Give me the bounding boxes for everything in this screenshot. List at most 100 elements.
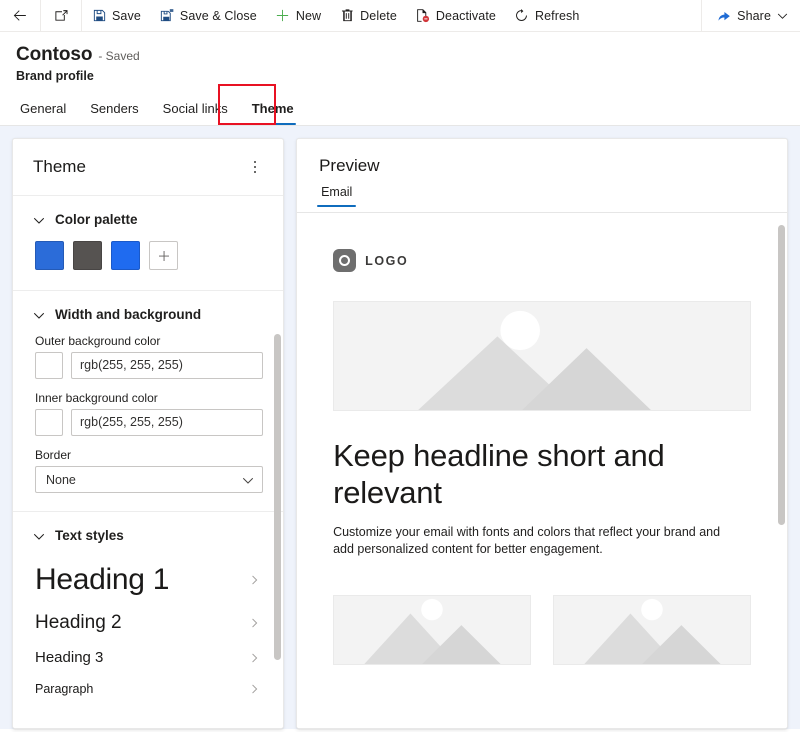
text-style-paragraph-label: Paragraph	[35, 682, 94, 696]
section-color-palette-label: Color palette	[55, 212, 138, 227]
theme-panel-scroll-area: Color palette Width and background Outer…	[13, 196, 284, 728]
deactivate-button[interactable]: Deactivate	[406, 0, 505, 31]
preview-panel: Preview Email LOGO Keep headline short a…	[296, 138, 788, 729]
save-and-close-icon	[159, 8, 175, 24]
preview-tab-email[interactable]: Email	[317, 185, 357, 207]
theme-panel-scrollbar-thumb[interactable]	[274, 334, 282, 660]
tab-theme-label: Theme	[251, 101, 294, 116]
chevron-down-icon	[33, 530, 45, 542]
trash-icon	[339, 8, 355, 24]
record-type-label: Brand profile	[16, 69, 94, 83]
plus-icon	[275, 8, 291, 24]
tab-senders[interactable]: Senders	[78, 101, 150, 125]
text-style-heading-3[interactable]: Heading 3	[13, 641, 283, 674]
section-width-and-background-header[interactable]: Width and background	[13, 291, 283, 334]
share-button[interactable]: Share	[702, 0, 800, 31]
outer-background-color-label: Outer background color	[35, 334, 161, 348]
section-text-styles: Text styles Heading 1 Heading 2 Heading …	[13, 512, 283, 704]
save-and-close-button-label: Save & Close	[179, 8, 257, 23]
preview-header: Preview Email	[297, 139, 787, 213]
chevron-right-icon	[249, 617, 261, 629]
text-style-heading-1[interactable]: Heading 1	[13, 555, 283, 604]
record-title-area: Contoso - Saved Brand profile	[0, 32, 800, 83]
mountain-image-icon	[584, 598, 721, 664]
command-button-group: Save Save & Close New Delete Deactivate …	[82, 0, 588, 31]
outer-background-color-chip[interactable]	[35, 352, 63, 379]
preview-scrollbar-thumb[interactable]	[778, 225, 785, 525]
outer-background-color-input[interactable]: rgb(255, 255, 255)	[71, 352, 264, 379]
page-title: Contoso	[16, 44, 93, 65]
theme-panel-header: Theme	[13, 139, 284, 196]
mountain-image-icon	[418, 310, 651, 410]
preview-scrollbar[interactable]	[777, 213, 785, 728]
text-style-heading-2-label: Heading 2	[35, 612, 122, 633]
tab-general[interactable]: General	[20, 101, 78, 125]
open-in-new-window-icon	[53, 8, 69, 24]
save-state-label: - Saved	[98, 49, 140, 63]
text-style-heading-1-label: Heading 1	[35, 563, 170, 596]
email-column-image-placeholder-2	[553, 595, 752, 665]
tab-theme[interactable]: Theme	[240, 101, 306, 125]
command-bar: Save Save & Close New Delete Deactivate …	[0, 0, 800, 32]
section-color-palette: Color palette	[13, 196, 283, 290]
text-style-paragraph[interactable]: Paragraph	[13, 674, 283, 704]
email-logo-label: LOGO	[365, 253, 409, 268]
color-swatch-2[interactable]	[73, 241, 102, 270]
share-button-label: Share	[737, 8, 771, 23]
new-button-label: New	[295, 8, 322, 23]
open-in-new-window-button[interactable]	[41, 0, 81, 31]
new-button[interactable]: New	[266, 0, 330, 31]
save-button[interactable]: Save	[82, 0, 150, 31]
back-button[interactable]	[0, 0, 40, 31]
preview-body: LOGO Keep headline short and relevant Cu…	[297, 213, 787, 728]
record-title-row: Contoso - Saved	[16, 44, 800, 66]
logo-icon	[333, 249, 357, 272]
inner-background-color-chip[interactable]	[35, 409, 63, 436]
refresh-button-label: Refresh	[534, 8, 580, 23]
tab-general-label: General	[20, 101, 67, 116]
chevron-down-icon	[242, 474, 254, 486]
workspace: Theme Color palette Width and background…	[0, 126, 800, 729]
email-body-text: Customize your email with fonts and colo…	[333, 525, 721, 556]
inner-background-color-row: rgb(255, 255, 255)	[35, 409, 264, 436]
email-logo: LOGO	[333, 249, 751, 272]
delete-button-label: Delete	[360, 8, 397, 23]
share-icon	[716, 8, 732, 24]
tab-social-links-label: Social links	[162, 101, 228, 116]
text-style-heading-2[interactable]: Heading 2	[13, 604, 283, 641]
chevron-right-icon	[249, 652, 261, 664]
field-inner-background-color: Inner background color rgb(255, 255, 255…	[13, 391, 283, 436]
more-options-icon[interactable]	[241, 153, 269, 181]
color-palette-swatches	[13, 239, 283, 290]
email-preview-canvas: LOGO Keep headline short and relevant Cu…	[297, 213, 787, 665]
delete-button[interactable]: Delete	[330, 0, 406, 31]
section-text-styles-label: Text styles	[55, 528, 124, 543]
border-select[interactable]: None	[35, 466, 264, 493]
tab-social-links[interactable]: Social links	[151, 101, 240, 125]
chevron-down-icon	[33, 309, 45, 321]
chevron-right-icon	[249, 683, 261, 695]
email-headline: Keep headline short and relevant	[333, 438, 665, 510]
email-hero-image-placeholder	[333, 301, 751, 411]
color-swatch-1[interactable]	[35, 241, 64, 270]
field-outer-background-color: Outer background color rgb(255, 255, 255…	[13, 334, 283, 379]
tab-senders-label: Senders	[90, 101, 139, 116]
refresh-button[interactable]: Refresh	[505, 0, 588, 31]
email-two-column-row	[333, 595, 752, 665]
color-swatch-3[interactable]	[111, 241, 140, 270]
form-tab-strip: General Senders Social links Theme	[0, 83, 800, 126]
add-color-button[interactable]	[149, 241, 178, 270]
save-button-label: Save	[112, 8, 141, 23]
inner-background-color-input[interactable]: rgb(255, 255, 255)	[71, 409, 264, 436]
section-text-styles-header[interactable]: Text styles	[13, 512, 283, 555]
deactivate-button-label: Deactivate	[435, 8, 496, 23]
theme-panel-scrollbar[interactable]	[273, 196, 282, 728]
section-width-and-background-label: Width and background	[55, 307, 202, 322]
chevron-right-icon	[249, 574, 261, 586]
outer-background-color-row: rgb(255, 255, 255)	[35, 352, 264, 379]
save-and-close-button[interactable]: Save & Close	[150, 0, 266, 31]
theme-panel-title: Theme	[33, 157, 86, 176]
mountain-image-icon	[364, 598, 501, 664]
section-color-palette-header[interactable]: Color palette	[13, 196, 283, 239]
email-column-image-placeholder-1	[333, 595, 532, 665]
